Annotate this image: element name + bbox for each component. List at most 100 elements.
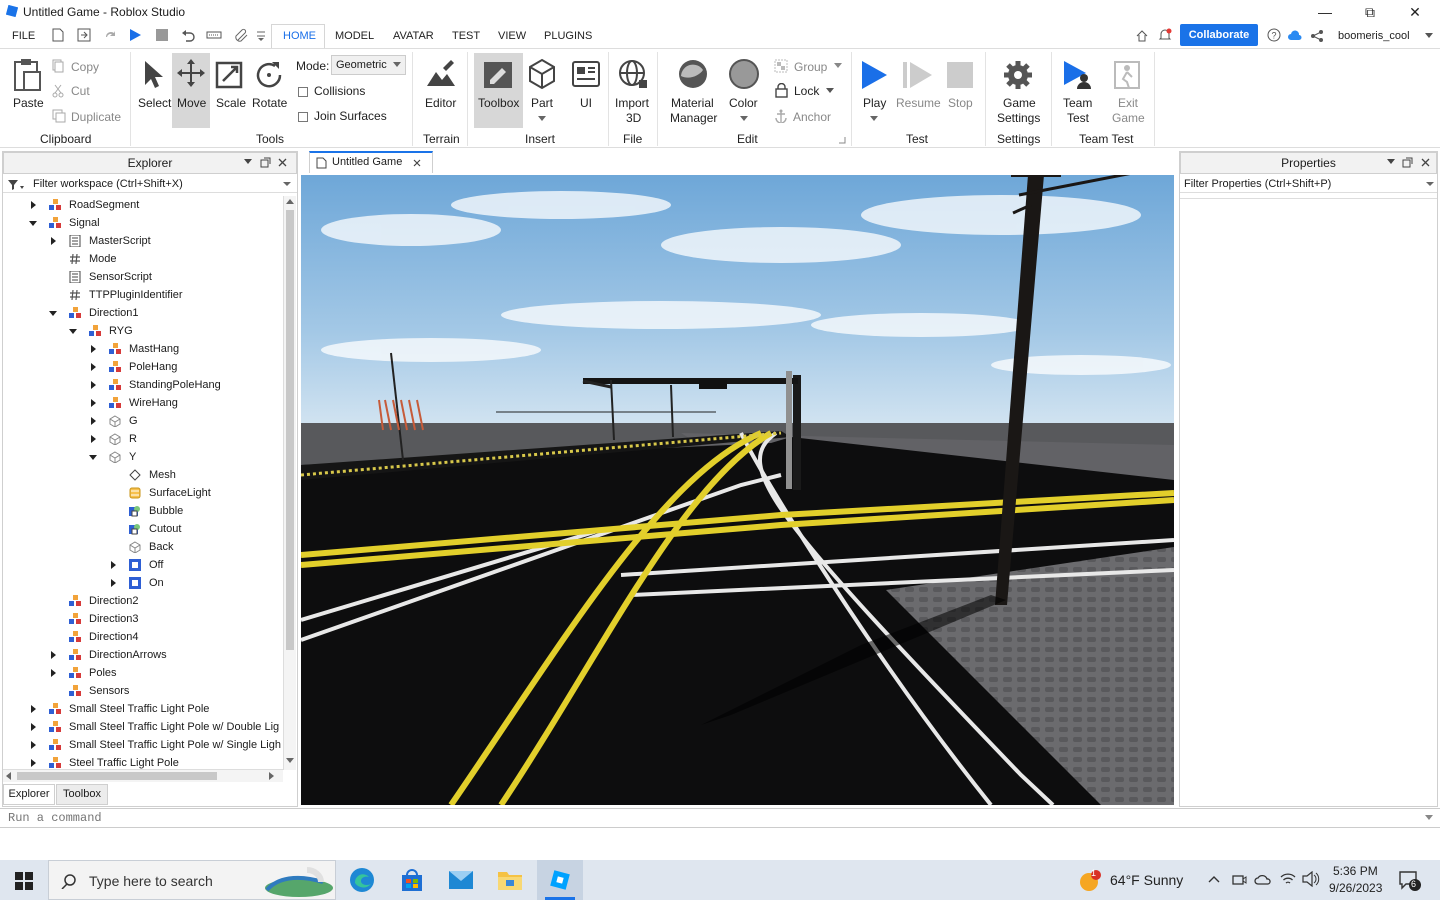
toolbox-button[interactable]: Toolbox: [478, 96, 519, 110]
explorer-tree-item[interactable]: PoleHang: [3, 358, 283, 376]
resume-button[interactable]: Resume: [896, 96, 941, 110]
show-hidden-icons-chevron-icon[interactable]: [1208, 875, 1220, 883]
toolbox-bottom-tab[interactable]: Toolbox: [56, 784, 108, 805]
paste-button[interactable]: Paste: [13, 96, 44, 110]
explorer-undock-icon[interactable]: [260, 157, 271, 168]
expand-arrow-icon[interactable]: [51, 237, 56, 245]
color-button[interactable]: Color: [729, 96, 758, 110]
explorer-tree-item[interactable]: StandingPoleHang: [3, 376, 283, 394]
copy-button[interactable]: Copy: [71, 60, 99, 74]
edit-group-expand-icon[interactable]: [839, 137, 846, 144]
expand-arrow-icon[interactable]: [31, 741, 36, 749]
close-button[interactable]: ✕: [1392, 0, 1438, 24]
onedrive-icon[interactable]: [1254, 872, 1272, 886]
explorer-tree-item[interactable]: On: [3, 574, 283, 592]
explorer-horizontal-scrollbar[interactable]: [3, 769, 283, 782]
attach-icon[interactable]: [234, 28, 248, 42]
edge-browser-icon[interactable]: [349, 867, 375, 893]
explorer-tree-item[interactable]: Poles: [3, 664, 283, 682]
command-history-chevron-icon[interactable]: [1425, 815, 1433, 821]
properties-undock-icon[interactable]: [1402, 157, 1413, 168]
new-file-icon[interactable]: [52, 28, 64, 42]
clock-time[interactable]: 5:36 PM: [1333, 864, 1378, 878]
collapse-arrow-icon[interactable]: [69, 329, 77, 334]
explorer-tree-item[interactable]: G: [3, 412, 283, 430]
select-tool-button[interactable]: Select: [138, 96, 171, 110]
tab-avatar[interactable]: AVATAR: [393, 30, 434, 42]
user-menu-chevron-icon[interactable]: [1425, 33, 1433, 39]
explorer-tree-item[interactable]: RoadSegment: [3, 196, 283, 214]
stop-button[interactable]: Stop: [948, 96, 973, 110]
file-explorer-icon[interactable]: [497, 868, 523, 892]
explorer-tree-item[interactable]: Mode: [3, 250, 283, 268]
explorer-tree-item[interactable]: Small Steel Traffic Light Pole w/ Double…: [3, 718, 283, 736]
volume-icon[interactable]: [1302, 871, 1320, 887]
notification-bell-icon[interactable]: [1158, 28, 1172, 42]
scroll-left-icon[interactable]: [6, 772, 12, 781]
expand-arrow-icon[interactable]: [51, 651, 56, 659]
lock-dropdown-icon[interactable]: [826, 88, 834, 94]
explorer-tree-item[interactable]: Y: [3, 448, 283, 466]
minimize-button[interactable]: —: [1302, 0, 1348, 24]
import-3d-label-1[interactable]: Import: [615, 96, 649, 110]
explorer-tree-item[interactable]: Bubble: [3, 502, 283, 520]
explorer-tree-item[interactable]: MastHang: [3, 340, 283, 358]
explorer-tree-item[interactable]: SensorScript: [3, 268, 283, 286]
stop-icon[interactable]: [155, 28, 169, 42]
notifications-icon[interactable]: [1398, 870, 1422, 892]
material-manager-label-2[interactable]: Manager: [670, 111, 717, 125]
explorer-menu-chevron-icon[interactable]: [244, 159, 252, 165]
exit-game-label-1[interactable]: Exit: [1118, 96, 1138, 110]
properties-menu-chevron-icon[interactable]: [1387, 159, 1395, 165]
tab-plugins[interactable]: PLUGINS: [544, 30, 592, 42]
cloud-icon[interactable]: [1287, 29, 1303, 41]
game-viewport[interactable]: [301, 175, 1174, 805]
properties-close-icon[interactable]: [1421, 158, 1430, 167]
scale-tool-button[interactable]: Scale: [216, 96, 246, 110]
exit-game-label-2[interactable]: Game: [1112, 111, 1145, 125]
document-tab[interactable]: Untitled Game: [309, 151, 433, 173]
file-menu[interactable]: FILE: [12, 30, 35, 42]
expand-arrow-icon[interactable]: [111, 561, 116, 569]
publish-icon[interactable]: [77, 28, 91, 42]
explorer-tree-item[interactable]: Small Steel Traffic Light Pole: [3, 700, 283, 718]
play-button[interactable]: Play: [863, 96, 886, 110]
collaborate-button[interactable]: Collaborate: [1180, 24, 1258, 46]
lock-button[interactable]: Lock: [794, 84, 819, 98]
color-dropdown-icon[interactable]: [740, 116, 748, 122]
username-label[interactable]: boomeris_cool: [1338, 30, 1410, 42]
explorer-scroll-thumb[interactable]: [286, 210, 294, 650]
document-tab-close-icon[interactable]: [413, 159, 421, 167]
collapse-arrow-icon[interactable]: [89, 455, 97, 460]
expand-arrow-icon[interactable]: [31, 759, 36, 767]
properties-filter-input[interactable]: Filter Properties (Ctrl+Shift+P): [1180, 175, 1437, 193]
game-settings-label-1[interactable]: Game: [1003, 96, 1036, 110]
import-3d-label-2[interactable]: 3D: [626, 111, 641, 125]
team-test-label-2[interactable]: Test: [1067, 111, 1089, 125]
expand-arrow-icon[interactable]: [91, 345, 96, 353]
help-icon[interactable]: ?: [1267, 28, 1281, 42]
play-dropdown-icon[interactable]: [870, 116, 878, 122]
explorer-tree-item[interactable]: RYG: [3, 322, 283, 340]
restore-button[interactable]: ⧉: [1347, 0, 1393, 24]
explorer-close-icon[interactable]: [278, 158, 287, 167]
ui-button[interactable]: UI: [580, 96, 592, 110]
group-button[interactable]: Group: [794, 60, 827, 74]
expand-arrow-icon[interactable]: [111, 579, 116, 587]
toggle-icon[interactable]: [206, 29, 222, 41]
explorer-vertical-scrollbar[interactable]: [283, 196, 296, 770]
clock-date[interactable]: 9/26/2023: [1329, 881, 1382, 895]
home-icon[interactable]: [1136, 30, 1148, 42]
part-dropdown-icon[interactable]: [538, 116, 546, 122]
cut-button[interactable]: Cut: [71, 84, 90, 98]
explorer-tree-item[interactable]: TTPPluginIdentifier: [3, 286, 283, 304]
move-tool-button[interactable]: Move: [177, 96, 206, 110]
explorer-bottom-tab[interactable]: Explorer: [3, 784, 55, 805]
expand-arrow-icon[interactable]: [91, 381, 96, 389]
expand-arrow-icon[interactable]: [51, 669, 56, 677]
part-button[interactable]: Part: [531, 96, 553, 110]
meet-now-icon[interactable]: [1231, 871, 1247, 889]
group-dropdown-icon[interactable]: [834, 63, 842, 69]
duplicate-button[interactable]: Duplicate: [71, 110, 121, 124]
explorer-tree-item[interactable]: Small Steel Traffic Light Pole w/ Single…: [3, 736, 283, 754]
